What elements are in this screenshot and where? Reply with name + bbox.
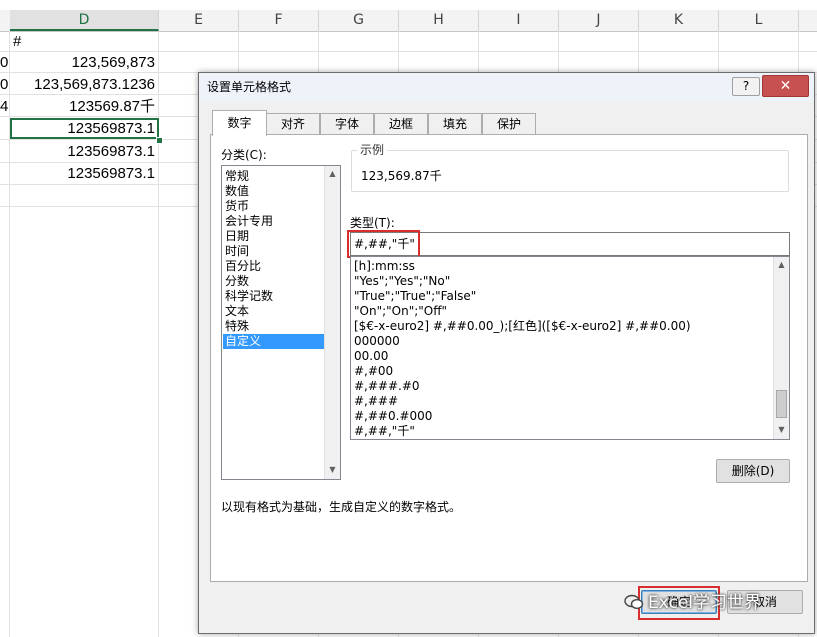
- format-item[interactable]: "True";"True";"False": [354, 289, 476, 304]
- cell-d7[interactable]: 123569873.1: [10, 163, 155, 184]
- cell-c4-partial[interactable]: 4: [0, 96, 9, 117]
- tab-font[interactable]: 字体: [320, 113, 374, 135]
- format-item[interactable]: #,#00: [354, 364, 393, 379]
- format-item[interactable]: #,###.#0: [354, 379, 420, 394]
- category-list[interactable]: 常规 数值 货币 会计专用 日期 时间 百分比 分数 科学记数 文本 特殊 自定…: [221, 165, 341, 480]
- cell-d4[interactable]: 123569.87千: [10, 96, 155, 117]
- type-highlight-box: [347, 230, 420, 258]
- cancel-button[interactable]: 取消: [727, 590, 803, 614]
- category-item-text[interactable]: 文本: [223, 304, 326, 319]
- format-cells-dialog: 设置单元格格式 ? ✕ 数字 对齐 字体 边框 填充 保护 分类(C): 常规 …: [198, 72, 815, 634]
- column-header-e[interactable]: E: [159, 10, 239, 31]
- category-scrollbar[interactable]: ▲ ▼: [324, 166, 340, 479]
- cell-d2[interactable]: 123,569,873: [10, 52, 155, 73]
- category-item-scientific[interactable]: 科学记数: [223, 289, 326, 304]
- column-header-row: D E F G H I J K L: [0, 10, 817, 32]
- category-item-percentage[interactable]: 百分比: [223, 259, 326, 274]
- category-item-number[interactable]: 数值: [223, 184, 326, 199]
- description-text: 以现有格式为基础，生成自定义的数字格式。: [221, 500, 462, 514]
- column-header-f[interactable]: F: [239, 10, 319, 31]
- format-item[interactable]: #,##0.#000: [354, 409, 432, 424]
- category-item-currency[interactable]: 货币: [223, 199, 326, 214]
- format-item[interactable]: [h]:mm:ss: [354, 259, 415, 274]
- cell-d3[interactable]: 123,569,873.1236: [10, 74, 155, 95]
- column-header-d[interactable]: D: [10, 10, 159, 31]
- category-label: 分类(C):: [221, 148, 267, 162]
- tab-fill[interactable]: 填充: [428, 113, 482, 135]
- cell-c2-partial[interactable]: 0: [0, 52, 9, 73]
- format-scrollbar[interactable]: ▲ ▼: [773, 257, 789, 439]
- column-header-l[interactable]: L: [719, 10, 799, 31]
- category-item-fraction[interactable]: 分数: [223, 274, 326, 289]
- category-item-date[interactable]: 日期: [223, 229, 326, 244]
- fill-handle[interactable]: [156, 137, 163, 144]
- format-item[interactable]: 000000: [354, 334, 400, 349]
- column-header-j[interactable]: J: [559, 10, 639, 31]
- category-item-general[interactable]: 常规: [223, 169, 326, 184]
- scroll-down-icon[interactable]: ▼: [774, 422, 789, 437]
- dialog-titlebar[interactable]: 设置单元格格式 ? ✕: [199, 73, 814, 101]
- scroll-thumb[interactable]: [776, 390, 787, 418]
- dialog-title: 设置单元格格式: [207, 80, 292, 94]
- format-item[interactable]: #,##,"千": [354, 424, 415, 439]
- column-header-k[interactable]: K: [639, 10, 719, 31]
- sample-value: 123,569.87千: [361, 169, 442, 183]
- type-label: 类型(T):: [350, 216, 395, 230]
- category-item-accounting[interactable]: 会计专用: [223, 214, 326, 229]
- delete-button[interactable]: 删除(D): [716, 459, 790, 483]
- column-header-i[interactable]: I: [479, 10, 559, 31]
- column-header-g[interactable]: G: [319, 10, 399, 31]
- category-item-time[interactable]: 时间: [223, 244, 326, 259]
- scroll-up-icon[interactable]: ▲: [774, 257, 789, 272]
- cell-d6[interactable]: 123569873.1: [10, 141, 155, 162]
- tab-alignment[interactable]: 对齐: [266, 113, 320, 135]
- format-item[interactable]: #,###: [354, 394, 398, 409]
- format-item[interactable]: "On";"On";"Off": [354, 304, 447, 319]
- cell-c3-partial[interactable]: 0: [0, 74, 9, 95]
- tab-panel-number: 分类(C): 常规 数值 货币 会计专用 日期 时间 百分比 分数 科学记数 文…: [210, 134, 808, 582]
- ok-highlight-box: [638, 586, 720, 620]
- category-item-custom[interactable]: 自定义: [223, 334, 326, 349]
- format-list[interactable]: [h]:mm:ss "Yes";"Yes";"No" "True";"True"…: [350, 256, 790, 440]
- cell-d5-value: 123569873.1: [67, 120, 155, 137]
- category-item-special[interactable]: 特殊: [223, 319, 326, 334]
- close-icon: ✕: [779, 78, 792, 94]
- close-button[interactable]: ✕: [762, 75, 809, 97]
- format-item[interactable]: "Yes";"Yes";"No": [354, 274, 450, 289]
- cell-d1[interactable]: #: [13, 31, 153, 52]
- column-header-h[interactable]: H: [399, 10, 479, 31]
- tab-protection[interactable]: 保护: [482, 113, 536, 135]
- help-button[interactable]: ?: [732, 77, 760, 96]
- format-item[interactable]: 00.00: [354, 349, 388, 364]
- scroll-down-icon[interactable]: ▼: [325, 462, 340, 477]
- scroll-up-icon[interactable]: ▲: [325, 166, 340, 181]
- sample-label: 示例: [357, 141, 388, 158]
- format-item[interactable]: [$€-x-euro2] #,##0.00_);[红色]([$€-x-euro2…: [354, 319, 691, 334]
- tab-border[interactable]: 边框: [374, 113, 428, 135]
- cell-d5-active[interactable]: 123569873.1: [10, 118, 159, 139]
- tab-number[interactable]: 数字: [212, 110, 267, 136]
